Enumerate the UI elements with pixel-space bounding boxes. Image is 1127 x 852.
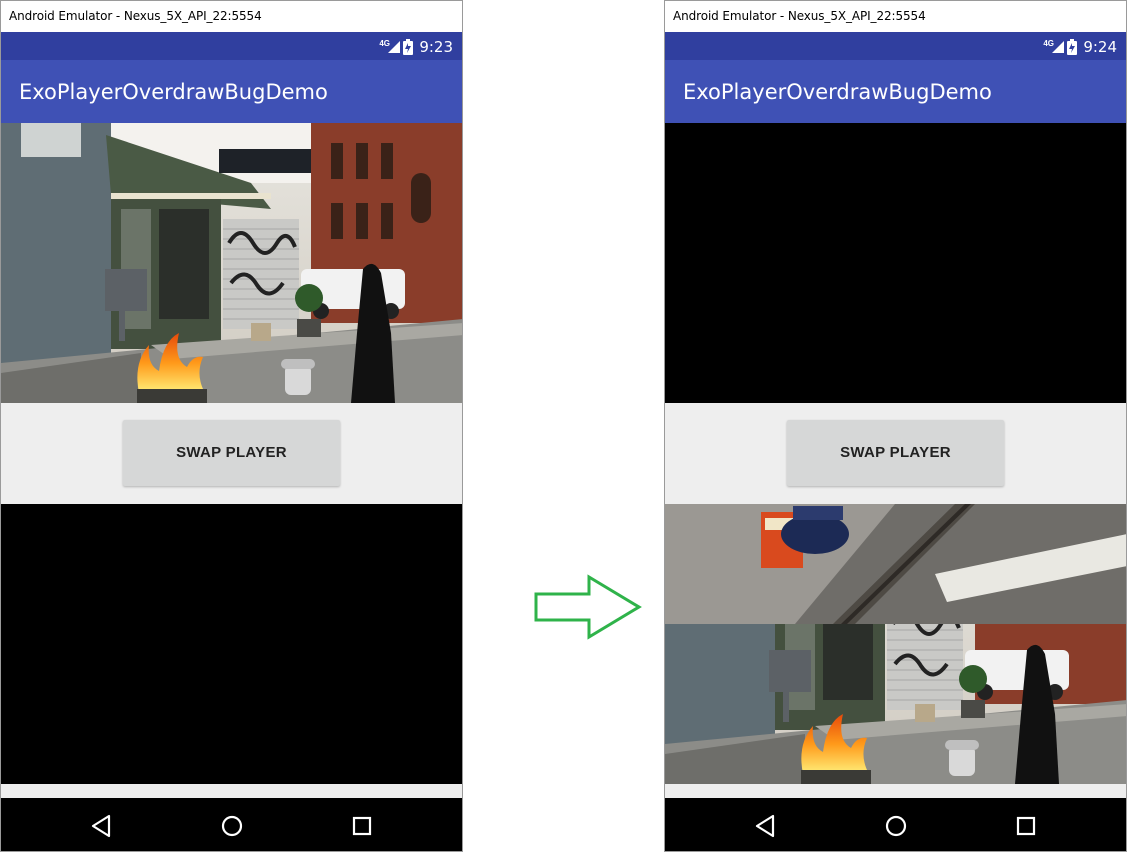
- swap-player-button[interactable]: SWAP PLAYER: [787, 420, 1004, 486]
- window-title: Android Emulator - Nexus_5X_API_22:5554: [9, 9, 262, 23]
- window-titlebar: Android Emulator - Nexus_5X_API_22:5554: [1, 1, 462, 32]
- signal-icon: [1052, 41, 1064, 53]
- status-bar: 4G 9:24: [665, 32, 1126, 60]
- app-bar: ExoPlayerOverdrawBugDemo: [665, 60, 1126, 123]
- home-circle-icon[interactable]: [883, 813, 909, 839]
- window-titlebar: Android Emulator - Nexus_5X_API_22:5554: [665, 1, 1126, 32]
- back-triangle-icon[interactable]: [753, 813, 779, 839]
- video-frame-street: [1, 123, 462, 403]
- swap-player-button[interactable]: SWAP PLAYER: [123, 420, 340, 486]
- top-video-player[interactable]: [665, 123, 1126, 403]
- video-frame-street-overdraw: [665, 624, 1126, 784]
- activity-content: SWAP PLAYER: [665, 123, 1126, 798]
- top-video-player[interactable]: [1, 123, 462, 403]
- emulator-window-after: Android Emulator - Nexus_5X_API_22:5554 …: [664, 0, 1127, 852]
- bottom-video-player[interactable]: [665, 504, 1126, 784]
- app-title: ExoPlayerOverdrawBugDemo: [19, 80, 328, 104]
- navigation-bar: [665, 798, 1126, 851]
- video-frame-street-closeup: [665, 504, 1126, 624]
- status-bar: 4G 9:23: [1, 32, 462, 60]
- home-circle-icon[interactable]: [219, 813, 245, 839]
- emulator-window-before: Android Emulator - Nexus_5X_API_22:5554 …: [0, 0, 463, 852]
- status-clock: 9:24: [1083, 38, 1117, 56]
- recents-square-icon[interactable]: [1013, 813, 1039, 839]
- status-clock: 9:23: [419, 38, 453, 56]
- battery-charging-icon: [1067, 39, 1077, 55]
- back-triangle-icon[interactable]: [89, 813, 115, 839]
- navigation-bar: [1, 798, 462, 851]
- activity-content: SWAP PLAYER: [1, 123, 462, 798]
- window-title: Android Emulator - Nexus_5X_API_22:5554: [673, 9, 926, 23]
- bottom-video-player[interactable]: [1, 504, 462, 784]
- battery-charging-icon: [403, 39, 413, 55]
- signal-icon: [388, 41, 400, 53]
- right-arrow-icon: [534, 574, 642, 640]
- recents-square-icon[interactable]: [349, 813, 375, 839]
- app-bar: ExoPlayerOverdrawBugDemo: [1, 60, 462, 123]
- app-title: ExoPlayerOverdrawBugDemo: [683, 80, 992, 104]
